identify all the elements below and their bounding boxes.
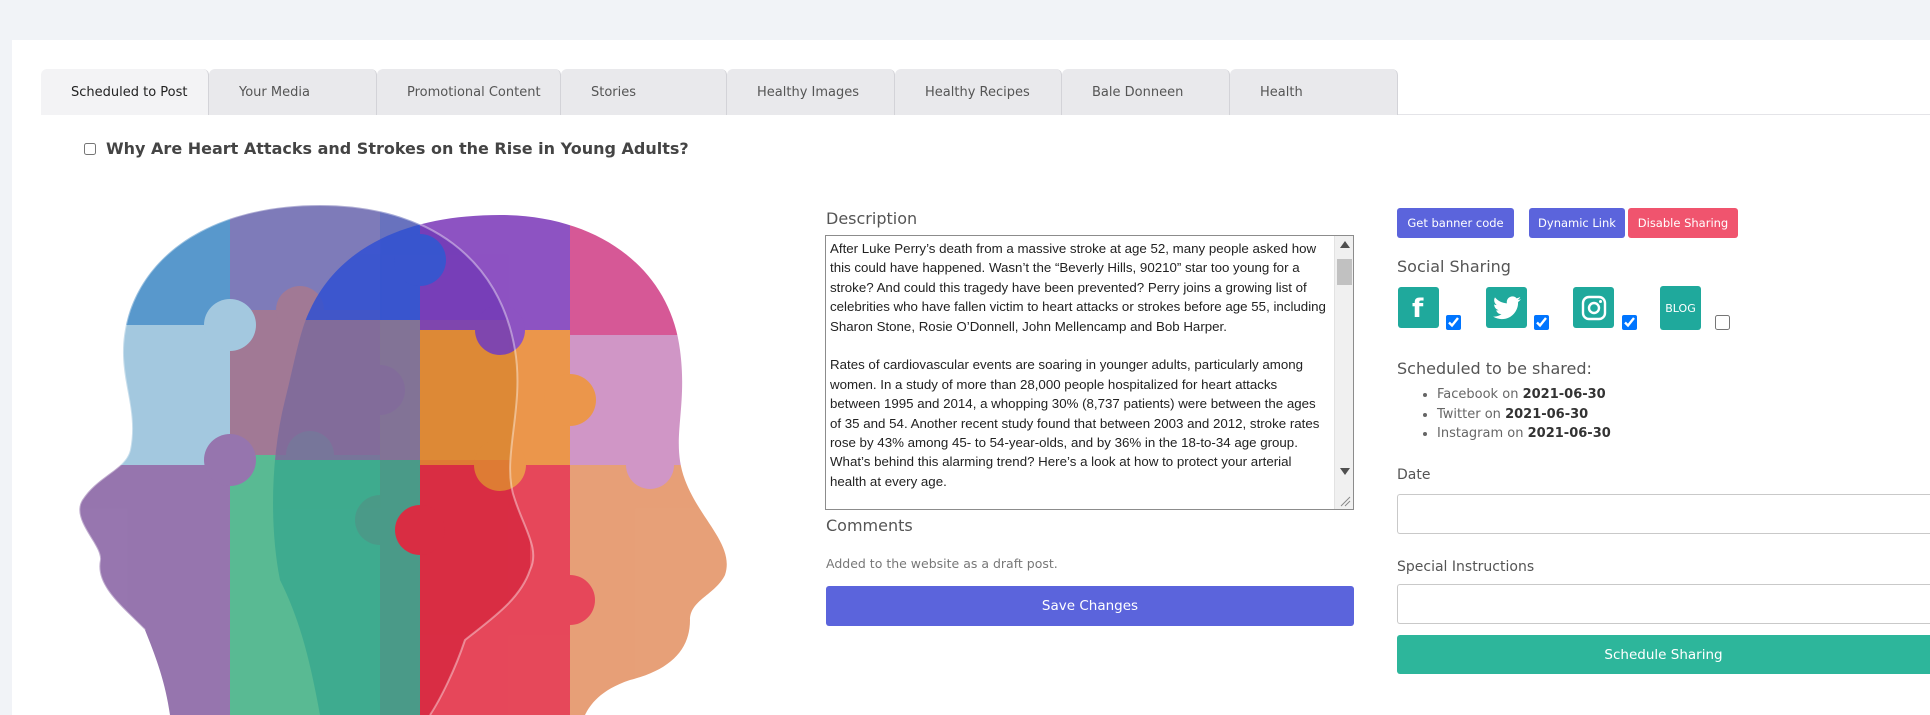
scheduled-date: 2021-06-30 bbox=[1527, 426, 1611, 441]
twitter-checkbox[interactable] bbox=[1534, 315, 1549, 330]
svg-text:f: f bbox=[1412, 294, 1424, 324]
facebook-icon[interactable]: f bbox=[1398, 287, 1439, 328]
list-item: Instagram on 2021-06-30 bbox=[1437, 424, 1611, 444]
special-instructions-label: Special Instructions bbox=[1397, 559, 1535, 575]
scroll-up-icon[interactable] bbox=[1340, 241, 1350, 248]
date-label: Date bbox=[1397, 467, 1431, 483]
list-item: Twitter on 2021-06-30 bbox=[1437, 405, 1611, 425]
scheduled-on: on bbox=[1507, 426, 1524, 441]
blog-icon[interactable]: BLOG bbox=[1660, 286, 1701, 330]
scheduled-network: Instagram bbox=[1437, 426, 1504, 441]
tab-label: Scheduled to Post bbox=[71, 84, 188, 100]
facebook-checkbox[interactable] bbox=[1446, 315, 1461, 330]
save-changes-button[interactable]: Save Changes bbox=[826, 586, 1354, 626]
post-image bbox=[78, 203, 727, 715]
tab-label: Promotional Content bbox=[407, 84, 541, 100]
twitter-icon[interactable] bbox=[1486, 287, 1527, 328]
disable-sharing-button[interactable]: Disable Sharing bbox=[1628, 208, 1738, 238]
post-select-checkbox[interactable] bbox=[84, 142, 96, 155]
tab-label: Healthy Images bbox=[757, 84, 860, 100]
tab-healthy-images[interactable]: Healthy Images bbox=[727, 69, 895, 115]
instagram-icon[interactable] bbox=[1573, 287, 1614, 328]
tab-label: Bale Donneen bbox=[1092, 84, 1184, 100]
post-title: Why Are Heart Attacks and Strokes on the… bbox=[106, 139, 689, 158]
post-title-row: Why Are Heart Attacks and Strokes on the… bbox=[84, 139, 689, 158]
tab-label: Stories bbox=[591, 84, 637, 100]
scheduled-on: on bbox=[1502, 387, 1519, 402]
description-scrollbar[interactable] bbox=[1334, 236, 1353, 509]
description-textarea[interactable]: After Luke Perry’s death from a massive … bbox=[825, 235, 1354, 510]
tab-health[interactable]: Health bbox=[1230, 69, 1398, 115]
tab-label: Healthy Recipes bbox=[925, 84, 1030, 100]
tab-label: Health bbox=[1260, 84, 1303, 100]
scheduled-date: 2021-06-30 bbox=[1505, 406, 1589, 422]
get-banner-code-button[interactable]: Get banner code bbox=[1397, 208, 1514, 238]
schedule-sharing-button[interactable]: Schedule Sharing bbox=[1397, 635, 1930, 674]
tab-stories[interactable]: Stories bbox=[561, 69, 727, 115]
scheduled-date: 2021-06-30 bbox=[1522, 387, 1606, 402]
list-item: Facebook on 2021-06-30 bbox=[1437, 385, 1611, 405]
resize-grip-icon[interactable] bbox=[1339, 495, 1351, 507]
tab-bar: Scheduled to Post Your Media Promotional… bbox=[41, 69, 1398, 115]
instagram-checkbox[interactable] bbox=[1622, 315, 1637, 330]
special-instructions-field[interactable] bbox=[1397, 584, 1930, 624]
date-field[interactable] bbox=[1397, 494, 1930, 534]
description-label: Description bbox=[826, 209, 918, 228]
social-sharing-heading: Social Sharing bbox=[1397, 257, 1511, 276]
tab-promotional-content[interactable]: Promotional Content bbox=[377, 69, 561, 115]
blog-icon-label: BLOG bbox=[1665, 301, 1696, 315]
scheduled-network: Twitter bbox=[1437, 406, 1481, 422]
tab-label: Your Media bbox=[239, 84, 310, 100]
tab-bale-donneen[interactable]: Bale Donneen bbox=[1062, 69, 1230, 115]
scheduled-on: on bbox=[1484, 406, 1501, 422]
scheduled-heading: Scheduled to be shared: bbox=[1397, 359, 1592, 378]
blog-checkbox[interactable] bbox=[1715, 315, 1730, 330]
tab-underline bbox=[1398, 114, 1930, 115]
tab-your-media[interactable]: Your Media bbox=[209, 69, 377, 115]
tab-healthy-recipes[interactable]: Healthy Recipes bbox=[895, 69, 1062, 115]
scroll-down-icon[interactable] bbox=[1340, 468, 1350, 475]
comments-note: Added to the website as a draft post. bbox=[826, 556, 1058, 571]
tab-scheduled-to-post[interactable]: Scheduled to Post bbox=[41, 69, 209, 115]
dynamic-link-button[interactable]: Dynamic Link bbox=[1529, 208, 1625, 238]
scheduled-network: Facebook bbox=[1437, 387, 1499, 402]
scroll-thumb[interactable] bbox=[1337, 259, 1352, 285]
scheduled-list: Facebook on 2021-06-30 Twitter on 2021-0… bbox=[1437, 385, 1611, 444]
comments-label: Comments bbox=[826, 516, 913, 535]
description-text: After Luke Perry’s death from a massive … bbox=[830, 241, 1326, 489]
